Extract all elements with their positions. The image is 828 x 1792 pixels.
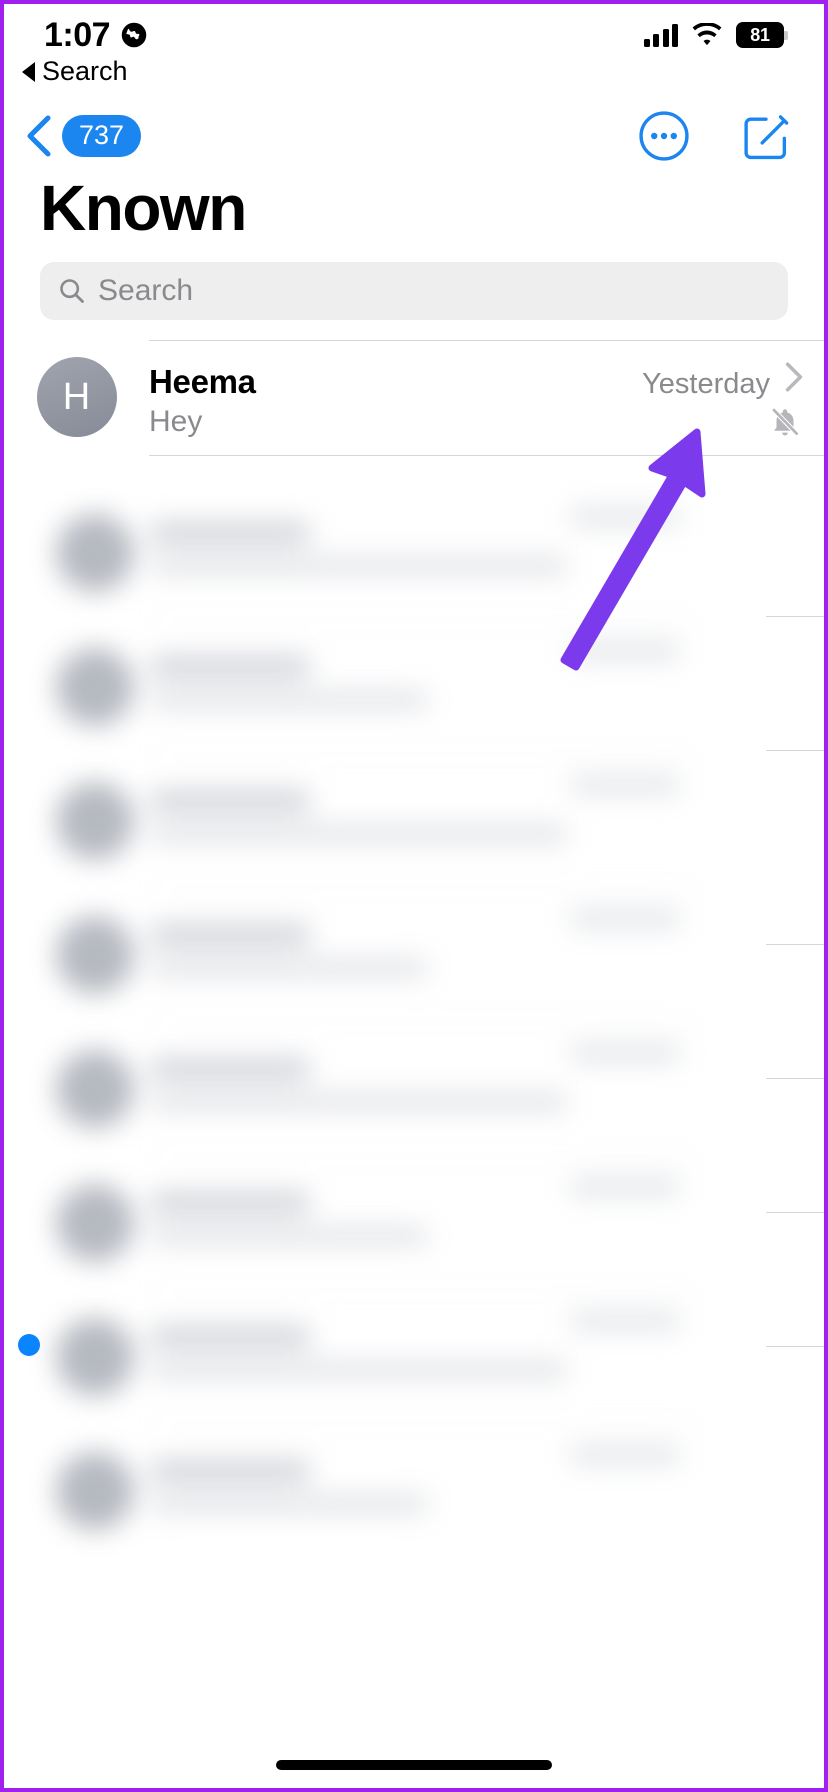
unread-count-badge[interactable]: 737 (62, 115, 142, 157)
back-to-search-label: Search (42, 56, 128, 86)
conversation-preview-row: Hey (149, 405, 804, 439)
conversation-content: Heema Yesterday Hey (149, 355, 804, 439)
home-indicator (276, 1760, 552, 1770)
list-edge-divider (766, 944, 824, 945)
conversation-list: H Heema Yesterday Hey (4, 340, 824, 1788)
list-item (40, 754, 698, 887)
nav-actions (638, 110, 792, 162)
contact-name: Heema (149, 363, 256, 400)
list-edge-divider (766, 750, 824, 751)
back-triangle-icon (22, 61, 35, 82)
conversation-divider (149, 455, 824, 456)
avatar: H (36, 357, 117, 437)
bell-slash-icon[interactable] (768, 405, 804, 439)
message-timestamp: Yesterday (642, 368, 770, 400)
compose-icon[interactable] (740, 110, 792, 162)
status-bar-right: 81 (643, 22, 788, 48)
status-bar-left: 1:07 (44, 16, 148, 55)
conversation-row-heema[interactable]: H Heema Yesterday Hey (4, 341, 824, 455)
list-item (40, 888, 698, 1021)
search-icon (58, 277, 86, 305)
avatar-container: H (4, 355, 149, 439)
phone-screen: 1:07 81 Search 737 Known Search H Heema … (0, 0, 828, 1792)
list-item (40, 1156, 698, 1289)
battery-percent-label: 81 (750, 24, 770, 45)
cellular-signal-icon (643, 23, 678, 47)
search-input-placeholder[interactable]: Search (98, 274, 193, 308)
list-item (40, 486, 698, 619)
wifi-icon (691, 23, 723, 47)
unread-indicator-dot (18, 1334, 40, 1356)
list-edge-divider (766, 1078, 824, 1079)
back-to-search-button[interactable]: Search (22, 56, 128, 87)
list-edge-divider (766, 616, 824, 617)
ellipsis-circle-icon[interactable] (638, 110, 690, 162)
nav-back-group[interactable]: 737 (24, 115, 142, 157)
page-title: Known (40, 172, 247, 244)
status-time: 1:07 (44, 15, 111, 54)
list-item (40, 620, 698, 753)
battery-indicator: 81 (736, 22, 788, 48)
navigation-bar: 737 (4, 100, 824, 172)
message-preview: Hey (149, 405, 203, 438)
chevron-right-icon[interactable] (784, 361, 804, 393)
list-item (40, 1022, 698, 1155)
list-item (40, 1424, 698, 1557)
list-edge-divider (766, 1212, 824, 1213)
globe-icon (120, 21, 148, 49)
chevron-left-icon[interactable] (24, 115, 54, 157)
conversation-header-row: Heema Yesterday (149, 361, 804, 401)
list-edge-divider (766, 1346, 824, 1347)
search-field[interactable]: Search (40, 262, 788, 320)
list-item (40, 1290, 698, 1423)
blurred-conversation-list (40, 486, 698, 1704)
